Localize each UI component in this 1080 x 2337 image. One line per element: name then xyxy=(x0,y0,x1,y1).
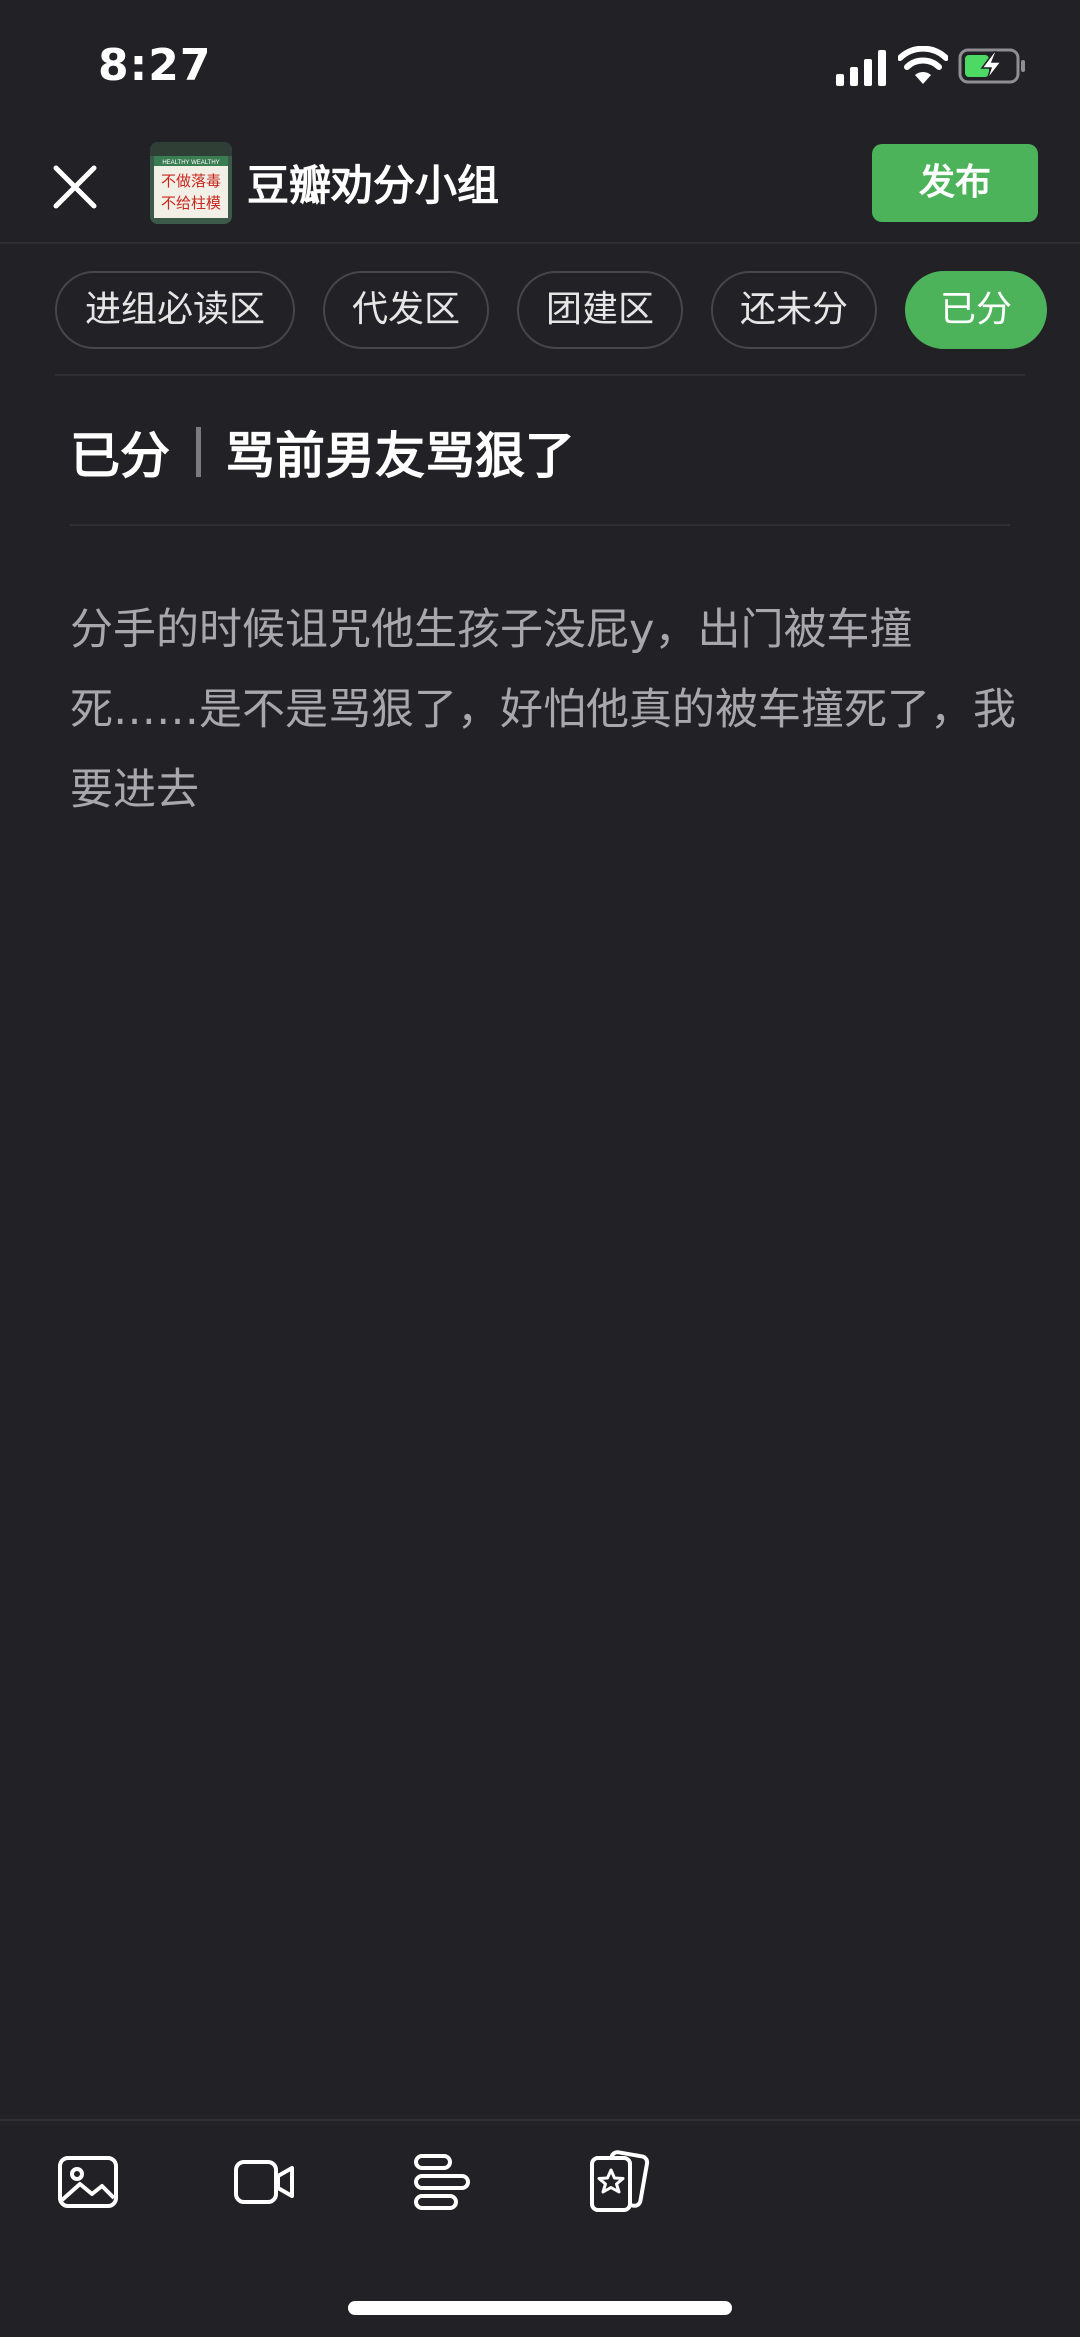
post-title-row[interactable]: 已分 骂前男友骂狠了 xyxy=(70,416,575,488)
image-icon[interactable] xyxy=(56,2150,120,2214)
post-body-text[interactable]: 分手的时候诅咒他生孩子没屁y，出门被车撞死……是不是骂狠了，好怕他真的被车撞死了… xyxy=(70,590,1020,830)
tab-not-broken-up[interactable]: 还未分 xyxy=(711,271,877,349)
text-format-icon[interactable] xyxy=(410,2150,474,2214)
post-title[interactable]: 骂前男友骂狠了 xyxy=(225,416,575,488)
avatar-sign-line-2: 不给柱模 xyxy=(161,194,221,212)
group-avatar: HEALTHY WEALTHY 不做落毒 不给柱模 xyxy=(150,142,232,224)
status-bar: 8:27 xyxy=(0,0,1080,130)
title-separator xyxy=(196,427,201,477)
home-indicator[interactable] xyxy=(348,2301,732,2315)
post-editor-screen: 8:27 HEALTHY WEALTHY 不做落毒 不给柱模 豆瓣劝分小组 发布… xyxy=(0,0,1080,2337)
close-icon[interactable] xyxy=(40,152,110,222)
category-tabs: 进组必读区 代发区 团建区 还未分 已分 xyxy=(55,271,1080,349)
tab-repost[interactable]: 代发区 xyxy=(323,271,489,349)
wifi-icon xyxy=(898,46,948,84)
signal-icon xyxy=(836,50,886,86)
status-time: 8:27 xyxy=(98,40,212,91)
title-divider xyxy=(70,524,1010,526)
toolbar-divider xyxy=(0,2119,1080,2121)
publish-button[interactable]: 发布 xyxy=(872,144,1038,222)
tab-required-reading[interactable]: 进组必读区 xyxy=(55,271,295,349)
avatar-sign-top-text: HEALTHY WEALTHY xyxy=(162,160,219,166)
sticker-card-icon[interactable] xyxy=(586,2150,650,2214)
battery-charging-icon xyxy=(958,48,1025,84)
avatar-sign-line-1: 不做落毒 xyxy=(161,172,221,190)
tab-team-building[interactable]: 团建区 xyxy=(517,271,683,349)
video-icon[interactable] xyxy=(232,2150,296,2214)
tabs-divider xyxy=(55,374,1025,376)
tab-broken-up[interactable]: 已分 xyxy=(905,271,1047,349)
group-name[interactable]: 豆瓣劝分小组 xyxy=(247,158,499,214)
post-category: 已分 xyxy=(70,427,170,485)
editor-header: HEALTHY WEALTHY 不做落毒 不给柱模 豆瓣劝分小组 发布 xyxy=(0,130,1080,244)
